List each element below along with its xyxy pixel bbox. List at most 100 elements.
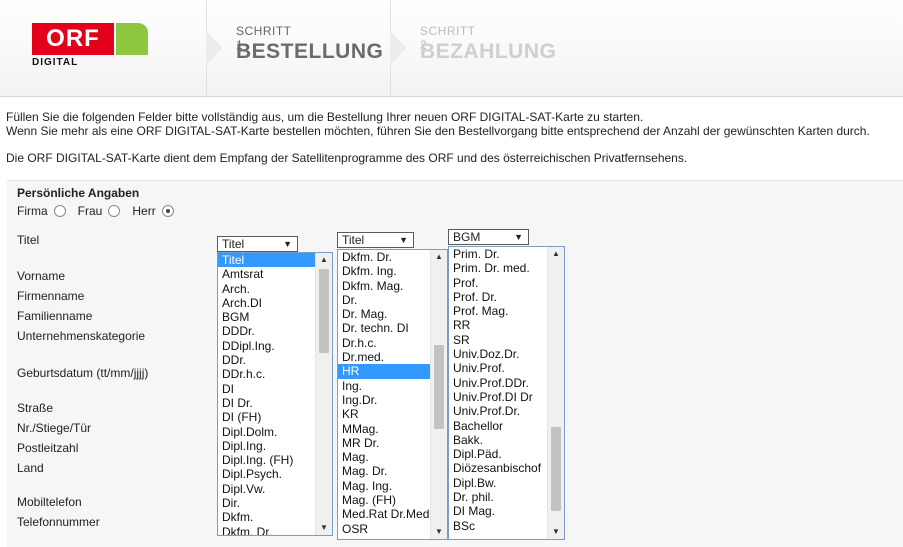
scroll-down-icon[interactable]: ▼: [548, 525, 564, 539]
list-item[interactable]: KR: [338, 407, 430, 421]
list-item[interactable]: Prof.: [449, 276, 547, 290]
list-item[interactable]: Dkfm. Ing.: [338, 264, 430, 278]
label-firmenname: Firmenname: [17, 289, 85, 303]
scrollbar-thumb[interactable]: [551, 427, 561, 511]
list-item[interactable]: Dkfm. Dr.: [338, 250, 430, 264]
list-item[interactable]: Arch.: [218, 282, 315, 296]
list-item[interactable]: Dr.med.: [338, 350, 430, 364]
list-item[interactable]: Titel: [218, 253, 315, 268]
list-item[interactable]: Dkfm.: [218, 510, 315, 524]
list-item[interactable]: Dir.: [218, 496, 315, 510]
label-geburtsdatum: Geburtsdatum (tt/mm/jjjj): [17, 366, 149, 380]
list-item[interactable]: MMag.: [338, 422, 430, 436]
titel-list-1[interactable]: Titel Amtsrat Arch. Arch.DI BGM DDDr. DDipl.In…: [217, 252, 333, 536]
list-item[interactable]: MR Dr.: [338, 436, 430, 450]
herr-radio[interactable]: [161, 205, 174, 217]
list-item[interactable]: Dipl.Dolm.: [218, 425, 315, 439]
scrollbar[interactable]: ▲ ▼: [547, 247, 564, 539]
list-item[interactable]: Ing.: [338, 379, 430, 393]
titel-select-3-value: BGM: [453, 230, 481, 244]
list-item[interactable]: Ing.Dr.: [338, 393, 430, 407]
scrollbar[interactable]: ▲ ▼: [430, 250, 447, 539]
list-item[interactable]: BGM: [218, 310, 315, 324]
list-item[interactable]: DDr.h.c.: [218, 367, 315, 381]
orf-digital-logo[interactable]: ORF DIGITAL: [32, 23, 150, 71]
titel-list-2[interactable]: Dkfm. Dr. Dkfm. Ing. Dkfm. Mag. Dr. Dr. Mag.…: [337, 249, 448, 540]
titel-list-3[interactable]: Prim. Dr. Prim. Dr. med. Prof. Prof. Dr. Pro…: [448, 246, 565, 540]
titel-select-2[interactable]: Titel ▼: [337, 232, 414, 248]
titel-select-1[interactable]: Titel ▼: [217, 236, 298, 252]
list-item[interactable]: Med.Rat Dr.Med: [338, 507, 430, 521]
list-item[interactable]: Arch.DI: [218, 296, 315, 310]
label-nr-stiege-tuer: Nr./Stiege/Tür: [17, 421, 92, 435]
list-item[interactable]: Dr. phil.: [449, 490, 547, 504]
list-item[interactable]: OSR: [338, 522, 430, 536]
list-item[interactable]: Univ.Prof.: [449, 361, 547, 375]
list-item[interactable]: RR: [449, 318, 547, 332]
scroll-down-icon[interactable]: ▼: [431, 525, 447, 539]
list-item[interactable]: Univ.Prof.DDr.: [449, 376, 547, 390]
list-item[interactable]: Mag. Dr.: [338, 464, 430, 478]
list-item[interactable]: Prof. Dr.: [449, 290, 547, 304]
list-item[interactable]: DI: [218, 382, 315, 396]
list-item[interactable]: Diözesanbischof: [449, 461, 547, 475]
list-item[interactable]: DI (FH): [218, 410, 315, 424]
list-item[interactable]: Dipl.Bw.: [449, 476, 547, 490]
list-item[interactable]: Univ.Doz.Dr.: [449, 347, 547, 361]
intro-line-1: Füllen Sie die folgenden Felder bitte vo…: [6, 110, 644, 124]
list-item[interactable]: Bachellor: [449, 419, 547, 433]
list-item[interactable]: Dr. Mag.: [338, 307, 430, 321]
list-item[interactable]: Dipl.Päd.: [449, 447, 547, 461]
salutation-herr[interactable]: Herr: [132, 204, 179, 218]
scroll-up-icon[interactable]: ▲: [316, 253, 332, 267]
list-item[interactable]: Prim. Dr.: [449, 247, 547, 261]
list-item[interactable]: Mag. Ing.: [338, 479, 430, 493]
list-item[interactable]: DDr.: [218, 353, 315, 367]
list-item[interactable]: Dipl.Psych.: [218, 467, 315, 481]
scroll-down-icon[interactable]: ▼: [316, 521, 332, 535]
list-item[interactable]: Dr.h.c.: [338, 336, 430, 350]
list-item[interactable]: SR: [449, 333, 547, 347]
label-titel: Titel: [17, 233, 40, 247]
list-item[interactable]: Univ.Prof.Dr.: [449, 404, 547, 418]
list-item[interactable]: Dkfm. Dr.: [218, 525, 315, 535]
list-item[interactable]: Dipl.Ing.: [218, 439, 315, 453]
label-mobiltelefon: Mobiltelefon: [17, 495, 82, 509]
scrollbar-thumb[interactable]: [434, 345, 444, 429]
list-item[interactable]: DI Dr.: [218, 396, 315, 410]
step-1-title: BESTELLUNG: [236, 40, 384, 63]
intro-line-2: Wenn Sie mehr als eine ORF DIGITAL-SAT-K…: [6, 124, 870, 138]
firma-label: Firma: [17, 204, 48, 218]
scroll-up-icon[interactable]: ▲: [431, 250, 447, 264]
list-item[interactable]: Dr. techn. DI: [338, 321, 430, 335]
list-item[interactable]: Dipl.Vw.: [218, 482, 315, 496]
salutation-frau[interactable]: Frau: [78, 204, 127, 218]
list-item[interactable]: HR: [338, 364, 430, 379]
list-item[interactable]: Dipl.Ing. (FH): [218, 453, 315, 467]
titel-select-3[interactable]: BGM ▼: [448, 229, 529, 245]
titel-select-1-value: Titel: [222, 237, 245, 251]
label-telefonnummer: Telefonnummer: [17, 515, 100, 529]
step-2-title: BEZAHLUNG: [420, 40, 557, 63]
scrollbar-thumb[interactable]: [319, 269, 329, 353]
scroll-up-icon[interactable]: ▲: [548, 247, 564, 261]
list-item[interactable]: DI Mag.: [449, 504, 547, 518]
firma-radio[interactable]: [53, 205, 66, 217]
frau-radio[interactable]: [108, 205, 121, 217]
salutation-firma[interactable]: Firma: [17, 204, 72, 218]
list-item[interactable]: Univ.Prof.DI Dr: [449, 390, 547, 404]
list-item[interactable]: Prof. Mag.: [449, 304, 547, 318]
list-item[interactable]: DDipl.Ing.: [218, 339, 315, 353]
scrollbar[interactable]: ▲ ▼: [315, 253, 332, 535]
label-familienname: Familienname: [17, 309, 93, 323]
list-item[interactable]: Bakk.: [449, 433, 547, 447]
list-item[interactable]: BSc: [449, 519, 547, 533]
chevron-down-icon: ▼: [283, 239, 292, 249]
list-item[interactable]: Mag. (FH): [338, 493, 430, 507]
list-item[interactable]: Mag.: [338, 450, 430, 464]
list-item[interactable]: Amtsrat: [218, 267, 315, 281]
list-item[interactable]: Prim. Dr. med.: [449, 261, 547, 275]
list-item[interactable]: Dr.: [338, 293, 430, 307]
list-item[interactable]: Dkfm. Mag.: [338, 279, 430, 293]
list-item[interactable]: DDDr.: [218, 324, 315, 338]
